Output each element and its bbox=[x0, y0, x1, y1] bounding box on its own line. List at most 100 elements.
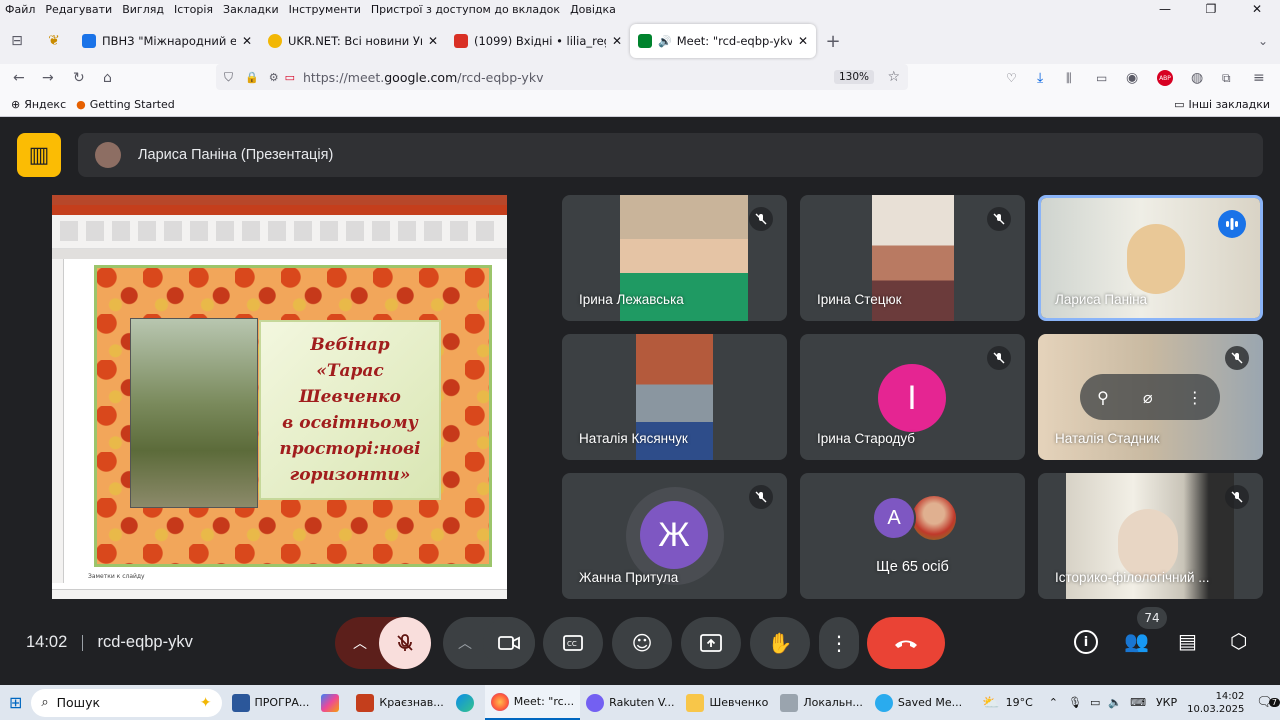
captions-button[interactable]: CC bbox=[543, 617, 603, 669]
shield-icon[interactable]: ⛉ bbox=[224, 70, 233, 85]
info-icon[interactable]: i bbox=[1074, 630, 1098, 654]
participant-tile[interactable]: Ж Жанна Притула bbox=[562, 473, 787, 599]
menu-file[interactable]: Файл bbox=[0, 3, 40, 16]
participant-tile[interactable]: І Ірина Стародуб bbox=[800, 334, 1025, 460]
taskbar-powerpoint[interactable]: Краєзнав... bbox=[350, 685, 449, 720]
adblock-icon[interactable]: ABP bbox=[1157, 70, 1173, 86]
url-bar[interactable]: ⛉ 🔒 ⚙ ▭ https://meet.google.com/rcd-eqbp… bbox=[216, 64, 908, 90]
participant-avatar: І bbox=[878, 364, 946, 432]
tab-list-icon[interactable]: ⊟ bbox=[0, 33, 34, 49]
participant-name: Історико-філологічний ... bbox=[1055, 570, 1210, 585]
taskbar-drive[interactable]: Локальн... bbox=[774, 685, 869, 720]
menu-tools[interactable]: Інструменти bbox=[284, 3, 366, 16]
taskbar-folder[interactable]: Шевченко bbox=[680, 685, 774, 720]
keyboard-icon[interactable]: ⌨ bbox=[1130, 696, 1146, 709]
close-tab-icon[interactable]: ✕ bbox=[798, 34, 808, 48]
more-options-button[interactable]: ⋮ bbox=[819, 617, 859, 669]
others-tile[interactable]: А Ще 65 осіб bbox=[800, 473, 1025, 599]
audio-playing-icon[interactable]: 🔊 bbox=[658, 35, 672, 48]
people-icon[interactable]: 👥 bbox=[1124, 629, 1149, 653]
home-icon[interactable]: ⌂ bbox=[103, 70, 112, 86]
menu-synced-tabs[interactable]: Пристрої з доступом до вкладок bbox=[366, 3, 565, 16]
account-icon[interactable]: ◉ bbox=[1126, 70, 1138, 86]
library-icon[interactable]: ⫼ bbox=[1066, 71, 1072, 86]
extensions-icon[interactable]: ⧉ bbox=[1222, 71, 1231, 86]
mute-participant-icon[interactable]: ⌀ bbox=[1143, 388, 1153, 407]
menu-view[interactable]: Вигляд bbox=[117, 3, 169, 16]
menu-bookmarks[interactable]: Закладки bbox=[218, 3, 284, 16]
mic-options-chevron-icon[interactable]: ︿ bbox=[353, 633, 367, 653]
taskbar-copilot[interactable] bbox=[315, 685, 350, 720]
taskbar-search[interactable]: ⌕ Пошук ✦ bbox=[31, 688, 222, 717]
mic-tray-icon[interactable]: 🎙 bbox=[1068, 696, 1082, 709]
more-options-icon[interactable]: ⋮ bbox=[1187, 388, 1203, 407]
camera-sharing-icon[interactable]: ▭ bbox=[285, 71, 295, 84]
taskbar-item-label: Rakuten V... bbox=[609, 696, 675, 709]
camera-options-chevron-icon[interactable]: ︿ bbox=[458, 633, 472, 653]
participant-tile[interactable]: Наталія Кясянчук bbox=[562, 334, 787, 460]
close-window-icon[interactable]: ✕ bbox=[1234, 0, 1280, 18]
pin-icon[interactable]: ⚲ bbox=[1097, 388, 1109, 407]
meet-stage: ▥ Лариса Паніна (Презентація) Вебінар «Т… bbox=[0, 117, 1280, 685]
tab-ukrnet[interactable]: UKR.NET: Всі новини України, о ✕ bbox=[260, 24, 446, 58]
participant-tile-speaking[interactable]: Лариса Паніна bbox=[1038, 195, 1263, 321]
taskbar-telegram[interactable]: Saved Me... bbox=[869, 685, 968, 720]
star-icon[interactable]: ☆ bbox=[887, 69, 900, 85]
menu-help[interactable]: Довідка bbox=[565, 3, 621, 16]
minimize-icon[interactable]: — bbox=[1142, 0, 1188, 18]
participant-tile[interactable]: Ірина Стецюк bbox=[800, 195, 1025, 321]
zoom-level[interactable]: 130% bbox=[833, 70, 874, 84]
windows-start-icon[interactable]: ⊞ bbox=[0, 685, 31, 720]
taskbar-edge[interactable] bbox=[450, 685, 485, 720]
sidebar-icon[interactable]: ▭ bbox=[1096, 71, 1107, 85]
activities-icon[interactable]: ⬡ bbox=[1230, 629, 1247, 653]
camera-toggle-button[interactable] bbox=[483, 617, 535, 669]
bookmark-other[interactable]: ▭ Інші закладки bbox=[1174, 98, 1270, 111]
tray-chevron-icon[interactable]: ⌃ bbox=[1049, 696, 1058, 709]
volume-icon[interactable]: 🔈 bbox=[1108, 696, 1122, 709]
reactions-button[interactable]: ☺ bbox=[612, 617, 672, 669]
tab-mail[interactable]: (1099) Вхідні • lilia_regi@ukr.ne ✕ bbox=[446, 24, 630, 58]
participant-tile[interactable]: ⚲ ⌀ ⋮ Наталія Стадник bbox=[1038, 334, 1263, 460]
lock-icon[interactable]: 🔒 bbox=[245, 71, 259, 84]
presentation-screen[interactable]: Вебінар «Тарас Шевченко в освітньому про… bbox=[52, 195, 507, 599]
menu-icon[interactable]: ≡ bbox=[1253, 70, 1265, 86]
menu-history[interactable]: Історія bbox=[169, 3, 218, 16]
pinned-tab-icon[interactable]: ❦ bbox=[34, 33, 74, 49]
leave-call-button[interactable] bbox=[867, 617, 945, 669]
weather-widget[interactable]: ⛅ 19°C bbox=[976, 685, 1039, 720]
chevron-down-icon[interactable]: ⌄ bbox=[1258, 34, 1268, 48]
chat-icon[interactable]: ▤ bbox=[1178, 629, 1197, 653]
translate-icon[interactable]: ◍ bbox=[1191, 70, 1203, 86]
tab-university[interactable]: ПВНЗ "Міжнародний економі ✕ bbox=[74, 24, 260, 58]
folder-icon bbox=[686, 693, 705, 712]
battery-icon[interactable]: ▭ bbox=[1090, 696, 1100, 709]
back-icon[interactable]: ← bbox=[13, 70, 25, 86]
raise-hand-button[interactable]: ✋ bbox=[750, 617, 810, 669]
participant-tile[interactable]: Ірина Лежавська bbox=[562, 195, 787, 321]
present-button[interactable] bbox=[681, 617, 741, 669]
reload-icon[interactable]: ↻ bbox=[73, 70, 85, 86]
bookmark-yandex[interactable]: Яндекс bbox=[24, 98, 66, 111]
restore-icon[interactable]: ❐ bbox=[1188, 0, 1234, 18]
menu-edit[interactable]: Редагувати bbox=[40, 3, 117, 16]
pocket-icon[interactable]: ♡ bbox=[1006, 71, 1017, 85]
close-tab-icon[interactable]: ✕ bbox=[428, 34, 438, 48]
taskbar-viber[interactable]: Rakuten V... bbox=[580, 685, 680, 720]
download-icon[interactable]: ⤓ bbox=[1037, 70, 1043, 86]
forward-icon[interactable]: → bbox=[42, 70, 54, 86]
taskbar-word[interactable]: ПРОГРА... bbox=[226, 685, 316, 720]
new-tab-icon[interactable]: + bbox=[816, 31, 850, 52]
language-indicator[interactable]: УКР bbox=[1156, 696, 1177, 709]
clock-widget[interactable]: 14:02 10.03.2025 bbox=[1187, 690, 1244, 716]
ppt-toolbar bbox=[52, 249, 507, 259]
close-tab-icon[interactable]: ✕ bbox=[242, 34, 252, 48]
bookmark-getting-started[interactable]: Getting Started bbox=[90, 98, 175, 111]
taskbar-firefox[interactable]: Meet: "rc... bbox=[484, 685, 581, 720]
tab-meet[interactable]: 🔊 Meet: "rcd-eqbp-ykv" ✕ bbox=[630, 24, 816, 58]
presenter-bar[interactable]: Лариса Паніна (Презентація) bbox=[78, 133, 1263, 177]
close-tab-icon[interactable]: ✕ bbox=[612, 34, 622, 48]
participant-tile[interactable]: Історико-філологічний ... bbox=[1038, 473, 1263, 599]
permissions-icon[interactable]: ⚙ bbox=[269, 71, 279, 84]
mic-toggle-button[interactable] bbox=[379, 617, 431, 669]
